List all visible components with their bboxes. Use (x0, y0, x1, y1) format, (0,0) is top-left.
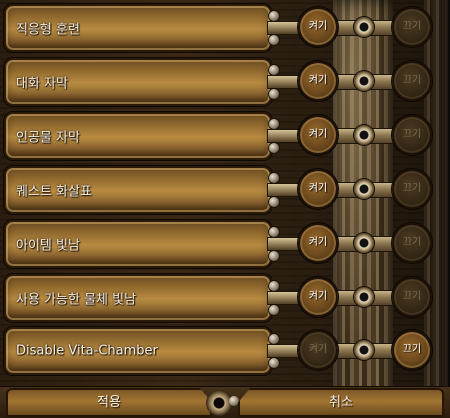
toggle-on-button[interactable]: 켜기 (298, 61, 338, 101)
rivet-icon (269, 65, 279, 75)
option-label-plate: 아이템 빛남 (4, 220, 272, 268)
toggle-off-button[interactable]: 끄기 (392, 169, 432, 209)
option-label-plate: 사용 가능한 물체 빛남 (4, 274, 272, 322)
toggle-knob-icon (354, 17, 374, 37)
toggle-knob-icon (354, 233, 374, 253)
toggle-off-button[interactable]: 끄기 (392, 223, 432, 263)
connector-arm (267, 183, 301, 197)
option-label: Disable Vita-Chamber (16, 343, 158, 359)
option-label: 인공물 자막 (16, 130, 80, 146)
edge-shadow (440, 0, 450, 417)
rivet-icon (269, 251, 279, 261)
connector-arm (267, 75, 301, 89)
rivet-icon (269, 89, 279, 99)
option-label-plate: 대화 자막 (4, 58, 272, 106)
rivet-icon (269, 35, 279, 45)
apply-button[interactable]: 적용 (6, 388, 212, 417)
toggle-off-button[interactable]: 끄기 (392, 61, 432, 101)
option-label-plate: 직응형 훈련 (4, 4, 272, 52)
connector-arm (267, 129, 301, 143)
toggle-on-button[interactable]: 켜기 (298, 330, 338, 370)
toggle-on-button[interactable]: 켜기 (298, 277, 338, 317)
connector-arm (267, 237, 301, 251)
connector-arm (267, 291, 301, 305)
toggle-off-button[interactable]: 끄기 (392, 330, 432, 370)
rivet-icon (269, 143, 279, 153)
toggle-on-button[interactable]: 켜기 (298, 223, 338, 263)
rivet-icon (269, 227, 279, 237)
toggle-on-button[interactable]: 켜기 (298, 7, 338, 47)
rivet-icon (269, 305, 279, 315)
toggle-knob-icon (354, 179, 374, 199)
option-label: 사용 가능한 물체 빛남 (16, 292, 137, 308)
toggle-off-button[interactable]: 끄기 (392, 115, 432, 155)
option-label-plate: Disable Vita-Chamber (4, 327, 272, 375)
rivet-icon (269, 119, 279, 129)
option-label: 아이템 빛남 (16, 238, 80, 254)
option-label-plate: 퀘스트 화살표 (4, 166, 272, 214)
rivet-icon (269, 173, 279, 183)
toggle-knob-icon (354, 71, 374, 91)
rivet-icon (269, 197, 279, 207)
gear-icon (206, 390, 232, 416)
rivet-icon (269, 281, 279, 291)
connector-arm (267, 344, 301, 358)
option-label: 대화 자막 (16, 76, 68, 92)
rivet-icon (269, 11, 279, 21)
toggle-knob-icon (354, 125, 374, 145)
option-label-plate: 인공물 자막 (4, 112, 272, 160)
toggle-off-button[interactable]: 끄기 (392, 7, 432, 47)
toggle-on-button[interactable]: 켜기 (298, 169, 338, 209)
rivet-icon (269, 358, 279, 368)
cancel-button[interactable]: 취소 (238, 388, 444, 417)
toggle-off-button[interactable]: 끄기 (392, 277, 432, 317)
connector-arm (267, 21, 301, 35)
option-label: 퀘스트 화살표 (16, 184, 92, 200)
toggle-knob-icon (354, 287, 374, 307)
toggle-knob-icon (354, 340, 374, 360)
toggle-on-button[interactable]: 켜기 (298, 115, 338, 155)
rivet-icon (269, 334, 279, 344)
option-label: 직응형 훈련 (16, 22, 80, 38)
options-menu: 직응형 훈련 켜기 끄기 대화 자막 켜기 끄기 인공물 자막 켜기 끄기 퀘스트 화살표 켜기 끄기… (0, 0, 450, 418)
rivet-icon (229, 396, 239, 406)
